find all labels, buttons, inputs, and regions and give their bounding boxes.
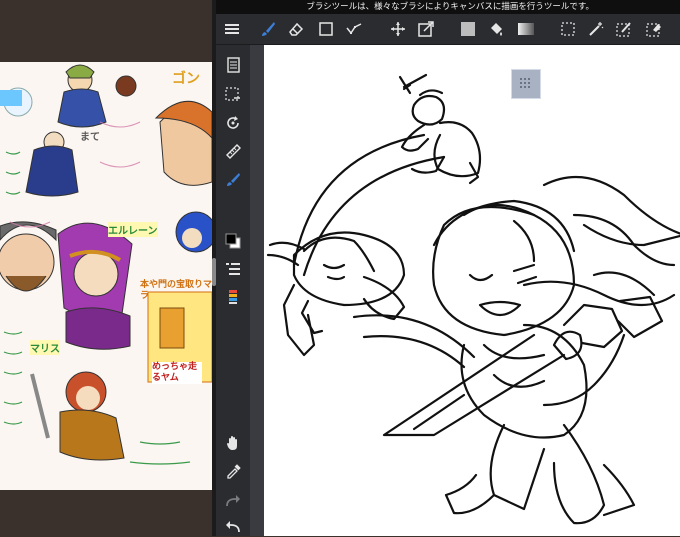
gradient-tool-button[interactable] <box>516 19 536 39</box>
ref-text-treasure: 本や門の宝取りマラ <box>140 280 212 301</box>
color-square-icon <box>461 22 475 36</box>
bucket-tool-button[interactable] <box>486 19 506 39</box>
ref-text-gon: ゴン <box>172 71 200 87</box>
rotate-button[interactable] <box>223 113 243 133</box>
redo-icon <box>226 495 240 507</box>
magic-wand-button[interactable] <box>586 19 606 39</box>
reference-image: ゴン エルレーン マリス まて 本や門の宝取りマラ めっちゃ走るヤム <box>0 62 212 490</box>
magic-wand-icon <box>589 22 604 36</box>
square-icon <box>319 22 333 36</box>
bucket-icon <box>491 23 502 36</box>
brush-cursor-indicator <box>511 69 541 99</box>
color-swatch-button[interactable] <box>223 231 243 251</box>
left-sidebar <box>216 45 250 536</box>
polyline-icon <box>346 23 362 35</box>
select-pen-button[interactable] <box>614 19 634 39</box>
select-tool-button[interactable] <box>344 19 364 39</box>
tool-hint-text: ブラシツールは、様々なブラシによりキャンバスに描画を行うツールです。 <box>306 2 594 12</box>
pages-button[interactable] <box>223 55 243 75</box>
transform-icon <box>418 21 434 37</box>
dashed-rect-icon <box>561 22 575 36</box>
hand-icon <box>227 436 237 450</box>
drawing-canvas[interactable] <box>264 45 680 536</box>
pages-icon <box>227 57 240 73</box>
deselect-icon <box>225 87 240 101</box>
deselect-button[interactable] <box>223 85 243 105</box>
status-bar: ブラシツールは、様々なブラシによりキャンバスに描画を行うツールです。 <box>216 0 680 14</box>
layers-icon <box>226 263 240 275</box>
menu-button[interactable] <box>222 19 242 39</box>
drawing-app: ブラシツールは、様々なブラシによりキャンバスに描画を行うツールです。 <box>216 0 680 536</box>
eyedropper-button[interactable] <box>223 461 243 481</box>
pen-icon <box>227 173 240 186</box>
layers-button[interactable] <box>223 259 243 279</box>
move-tool-button[interactable] <box>388 19 408 39</box>
ref-text-mate: まて <box>80 132 100 143</box>
grid-dots-icon <box>520 78 530 88</box>
undo-button[interactable] <box>223 517 243 537</box>
hamburger-icon <box>225 24 239 34</box>
brush-sidebar-button[interactable] <box>223 169 243 189</box>
ruler-icon <box>226 144 241 159</box>
palette-icon <box>229 290 237 304</box>
ref-text-running: めっちゃ走るヤム <box>152 362 202 384</box>
rotate-icon <box>227 116 239 129</box>
ref-text-erurein: エルレーン <box>108 222 158 237</box>
shape-tool-button[interactable] <box>316 19 336 39</box>
ref-text-maris: マリス <box>30 340 60 355</box>
line-art-drawing <box>266 73 680 525</box>
redo-button[interactable] <box>223 491 243 511</box>
palette-button[interactable] <box>223 287 243 307</box>
select-rect-button[interactable] <box>558 19 578 39</box>
gradient-icon <box>518 23 534 35</box>
select-pen-icon <box>616 22 631 37</box>
hand-tool-button[interactable] <box>223 433 243 453</box>
reference-pane: ゴン エルレーン マリス まて 本や門の宝取りマラ めっちゃ走るヤム <box>0 0 212 536</box>
eraser-tool-button[interactable] <box>286 19 306 39</box>
reference-sketch <box>0 62 212 490</box>
canvas-gutter <box>250 45 264 536</box>
select-eraser-icon <box>646 23 661 37</box>
eyedropper-icon <box>227 464 241 479</box>
top-toolbar <box>216 14 680 45</box>
move-icon <box>391 22 405 36</box>
fill-color-button[interactable] <box>458 19 478 39</box>
undo-icon <box>226 521 240 533</box>
brush-icon <box>262 22 275 36</box>
color-swatch-icon <box>225 233 241 249</box>
select-eraser-button[interactable] <box>644 19 664 39</box>
ruler-button[interactable] <box>223 141 243 161</box>
transform-tool-button[interactable] <box>416 19 436 39</box>
brush-tool-button[interactable] <box>258 19 278 39</box>
eraser-icon <box>289 22 304 36</box>
